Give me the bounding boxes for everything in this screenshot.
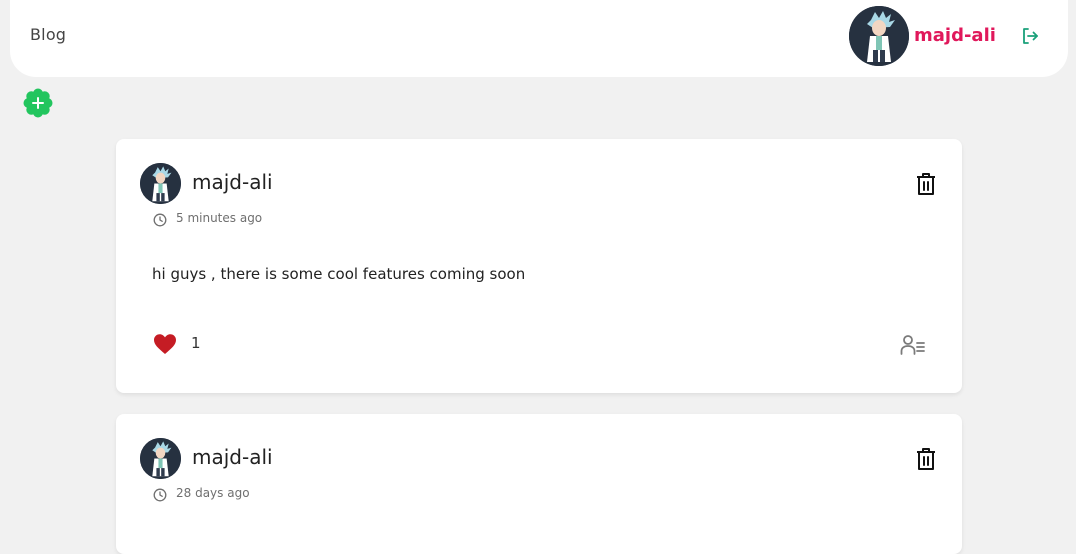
plus-icon <box>23 88 53 118</box>
post-time: 28 days ago <box>176 486 250 500</box>
post-card: majd-ali 28 days ago <box>116 414 962 554</box>
post-author[interactable]: majd-ali <box>192 445 273 469</box>
logout-icon[interactable] <box>1021 27 1039 45</box>
trash-icon[interactable] <box>915 172 937 196</box>
user-list-icon[interactable] <box>900 334 926 356</box>
avatar[interactable] <box>849 6 909 66</box>
post-time: 5 minutes ago <box>176 211 263 225</box>
clock-icon <box>153 212 167 227</box>
trash-icon[interactable] <box>915 447 937 471</box>
post-author[interactable]: majd-ali <box>192 170 273 194</box>
nav-username[interactable]: majd-ali <box>914 25 996 46</box>
heart-icon[interactable] <box>153 333 177 355</box>
brand-title[interactable]: Blog <box>30 25 66 44</box>
add-post-button[interactable] <box>22 87 54 119</box>
post-card: majd-ali 5 minutes ago hi guys , there i… <box>116 139 962 393</box>
like-count: 1 <box>191 334 201 352</box>
top-navbar: Blog majd-ali <box>10 0 1068 77</box>
clock-icon <box>153 487 167 502</box>
avatar[interactable] <box>140 163 181 204</box>
post-content: hi guys , there is some cool features co… <box>152 265 526 283</box>
avatar[interactable] <box>140 438 181 479</box>
